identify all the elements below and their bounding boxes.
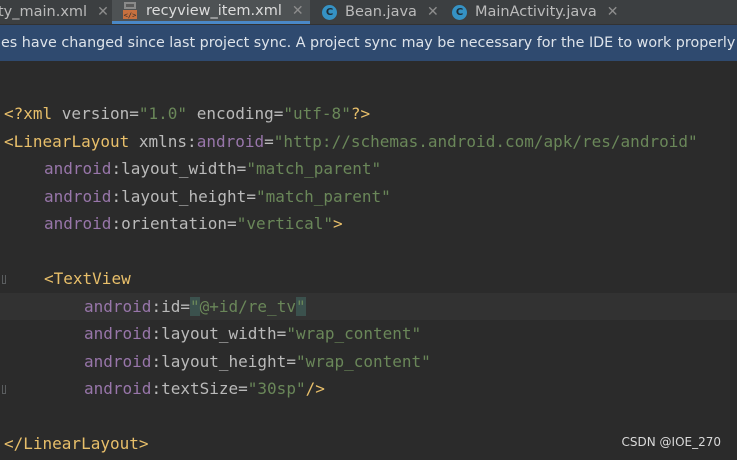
tab-label: recyview_item.xml: [146, 2, 282, 19]
tab-activity-main-xml[interactable]: ty_main.xml ✕: [0, 0, 109, 24]
code-line-7: <TextView: [0, 265, 737, 293]
code-line-8-current: android:id="@+id/re_tv": [0, 292, 737, 320]
code-line-10: android:layout_height="wrap_content": [84, 351, 431, 371]
code-line-4: android:layout_height="match_parent": [44, 186, 391, 206]
editor-top-padding: [0, 61, 737, 100]
code-line-2: <LinearLayout xmlns:android="http://sche…: [4, 131, 698, 151]
tab-label: Bean.java: [345, 4, 417, 20]
close-icon[interactable]: ✕: [427, 4, 439, 20]
fold-marker-icon[interactable]: [2, 275, 6, 284]
java-class-icon: C: [322, 4, 337, 20]
tab-main-activity-java[interactable]: C MainActivity.java ✕: [452, 0, 642, 24]
code-line-9: android:layout_width="wrap_content": [84, 324, 422, 343]
tab-bean-java[interactable]: C Bean.java ✕: [322, 0, 442, 24]
editor-tab-bar: ty_main.xml ✕ </> recyview_item.xml ✕ C …: [0, 0, 737, 25]
close-icon[interactable]: ✕: [97, 4, 109, 20]
code-line-11: android:textSize="30sp"/>: [0, 375, 737, 403]
tab-label: ty_main.xml: [0, 4, 88, 20]
fold-marker-icon[interactable]: [2, 385, 6, 394]
tab-label: MainActivity.java: [475, 4, 597, 20]
svg-text:</>: </>: [124, 11, 137, 19]
banner-text: les have changed since last project sync…: [0, 35, 736, 51]
tab-recyview-item-xml[interactable]: </> recyview_item.xml ✕: [112, 0, 310, 24]
csdn-watermark: CSDN @IOE_270: [621, 435, 722, 449]
xml-layout-icon: </>: [122, 1, 138, 20]
close-icon[interactable]: ✕: [607, 4, 619, 20]
code-line-3: android:layout_width="match_parent": [44, 159, 382, 178]
java-class-icon: C: [452, 4, 467, 20]
project-sync-banner: les have changed since last project sync…: [0, 25, 737, 61]
close-icon[interactable]: ✕: [292, 3, 304, 19]
code-editor[interactable]: <?xml version="1.0" encoding="utf-8"?> <…: [0, 100, 737, 460]
code-line-1: <?xml version="1.0" encoding="utf-8"?>: [4, 104, 371, 123]
code-line-5: android:orientation="vertical">: [44, 214, 343, 233]
